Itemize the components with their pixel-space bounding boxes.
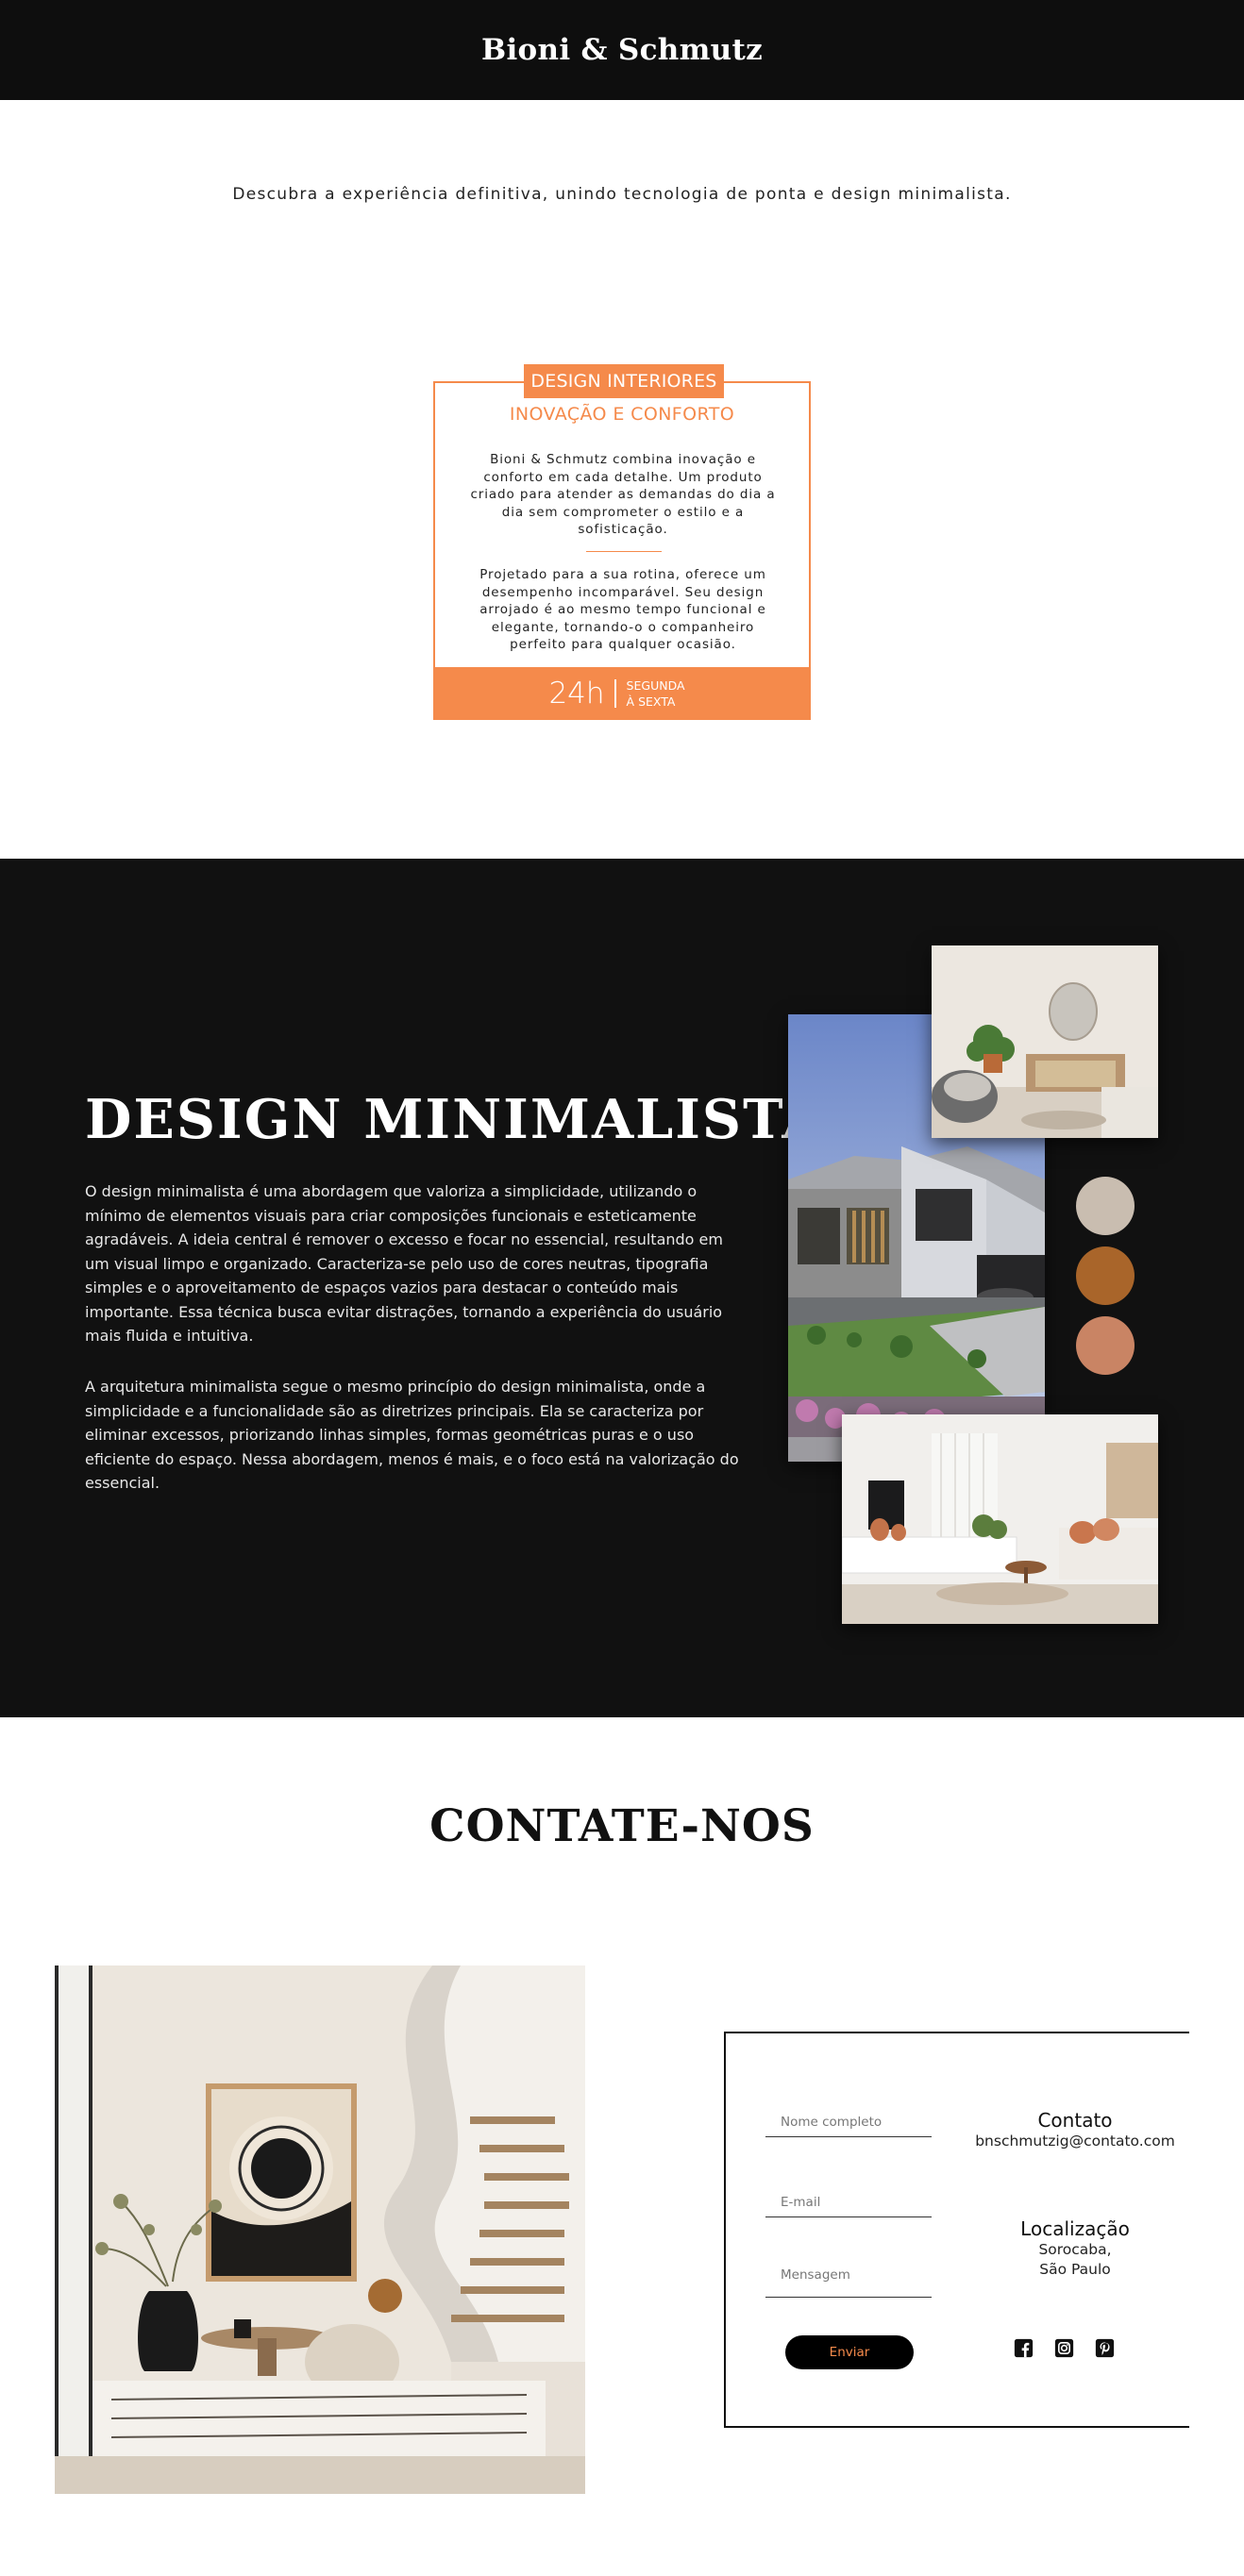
days-text: SEGUNDA À SEXTA [626,678,685,709]
pinterest-icon[interactable] [1095,2338,1115,2358]
location-info: Localização Sorocaba, São Paulo [971,2217,1179,2280]
color-swatch [1076,1316,1135,1375]
site-header: Bioni & Schmutz [0,0,1244,100]
brand-logo[interactable]: Bioni & Schmutz [481,33,763,67]
contact-form-box: Enviar Contato bnschmutzig@contato.com L… [724,2032,1189,2428]
location-heading: Localização [1020,2217,1130,2240]
card-subtitle: INOVAÇÃO E CONFORTO [509,404,735,425]
color-swatch [1076,1246,1135,1305]
location-state: São Paulo [1039,2261,1111,2278]
minimal-section: DESIGN MINIMALISTA O design minimalista … [0,859,1244,1717]
contact-email[interactable]: bnschmutzig@contato.com [971,2132,1179,2151]
contact-info: Contato bnschmutzig@contato.com [971,2109,1179,2151]
social-links [1014,2338,1115,2358]
hours-text: 24h [548,679,616,709]
interior-staircase-photo [55,1965,585,2494]
message-input[interactable] [765,2260,932,2297]
card-footer: 24h SEGUNDA À SEXTA [433,667,811,720]
color-swatch [1076,1177,1135,1235]
card-paragraph: Projetado para a sua rotina, oferece um … [479,567,766,652]
message-field [765,2260,932,2298]
contact-title: CONTATE-NOS [429,1800,815,1852]
lounge-photo [842,1414,1158,1624]
send-button[interactable]: Enviar [785,2335,914,2369]
section-paragraph: O design minimalista é uma abordagem que… [85,1182,723,1345]
card-paragraph: Bioni & Schmutz combina inovação e confo… [470,452,776,537]
facebook-icon[interactable] [1014,2338,1034,2358]
location-city: Sorocaba, [1038,2241,1112,2258]
name-input[interactable] [765,2099,932,2136]
instagram-icon[interactable] [1054,2338,1074,2358]
section-title: DESIGN MINIMALISTA [85,1088,826,1151]
contact-heading: Contato [1037,2109,1113,2132]
email-input[interactable] [765,2180,932,2216]
hero-tagline: Descubra a experiência definitiva, unind… [232,185,1012,204]
living-room-photo [932,945,1158,1138]
design-card: DESIGN INTERIORES INOVAÇÃO E CONFORTO Bi… [433,364,811,720]
section-paragraph: A arquitetura minimalista segue o mesmo … [85,1378,739,1492]
email-field [765,2180,932,2217]
name-field [765,2099,932,2137]
card-divider [586,551,662,552]
card-label: DESIGN INTERIORES [524,364,724,398]
